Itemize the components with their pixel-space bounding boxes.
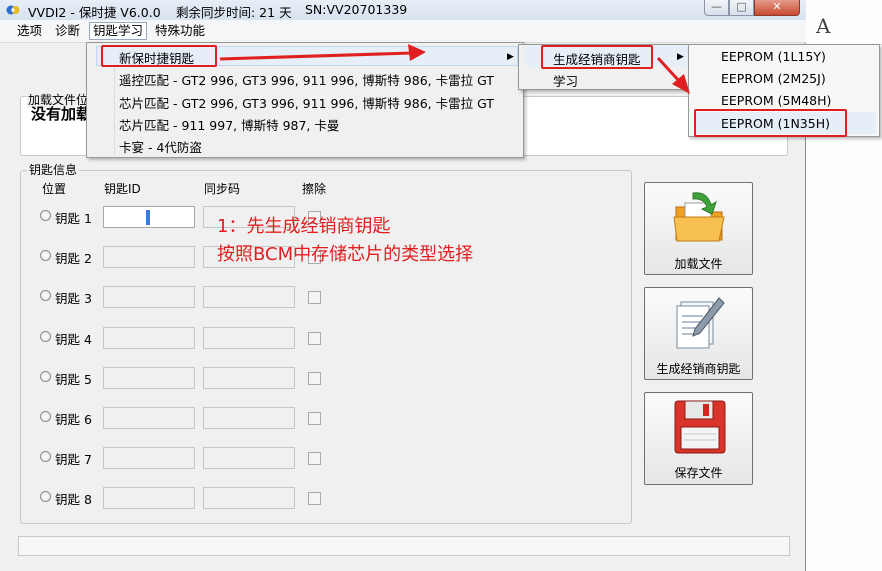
arrow-to-generate-dealer-key xyxy=(219,44,426,61)
arrow-to-eeprom-menu xyxy=(656,56,690,94)
annotation-arrows xyxy=(219,44,690,94)
